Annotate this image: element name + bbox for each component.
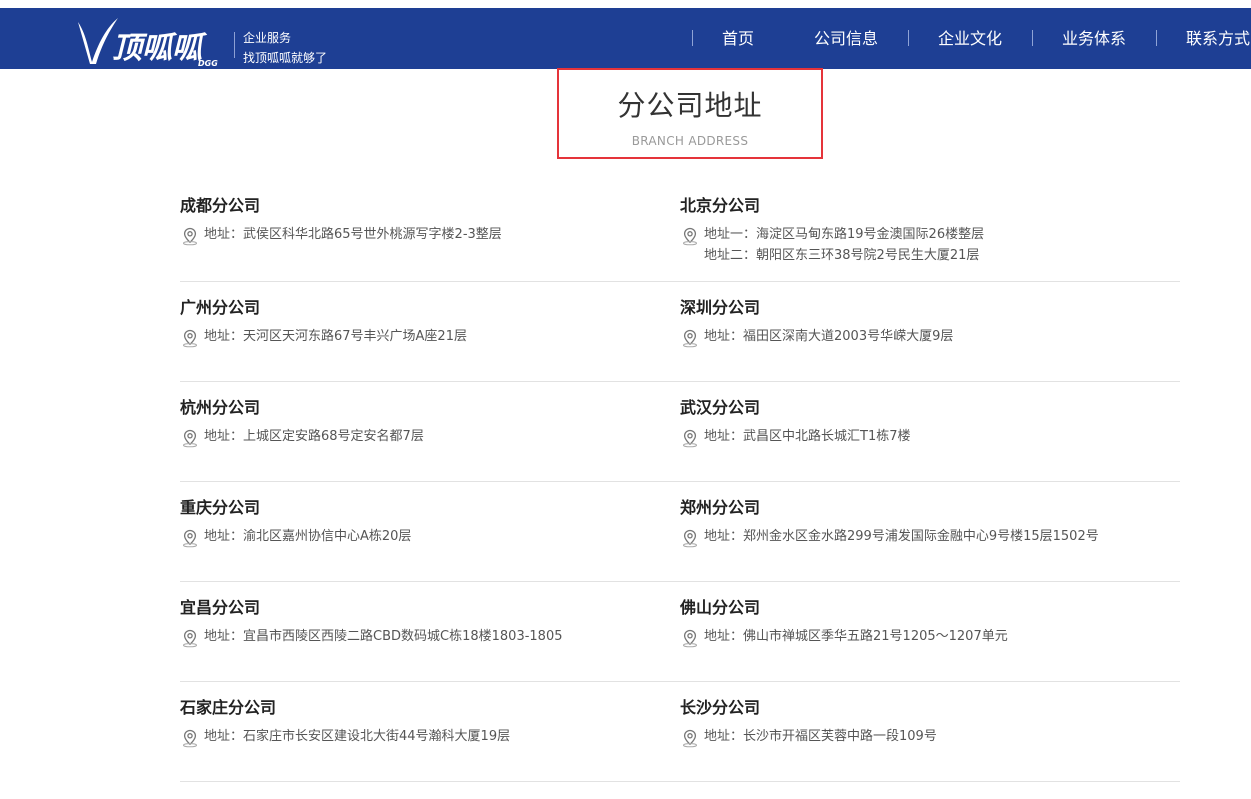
location-pin-icon <box>183 529 197 548</box>
location-pin-icon <box>183 629 197 648</box>
branch-card: 郑州分公司地址：郑州金水区金水路299号浦发国际金融中心9号楼15层1502号 <box>680 498 1180 548</box>
branch-address-text: 地址：长沙市开福区芙蓉中路一段109号 <box>704 729 937 744</box>
branch-name: 石家庄分公司 <box>180 698 277 717</box>
branch-row: 宜昌分公司 地址：宜昌市西陵区西陵二路CBD数码城C栋18楼1803-1805 佛山… <box>180 582 1180 682</box>
branch-address-text: 地址：佛山市禅城区季华五路21号1205～1207单元 <box>704 629 1008 644</box>
location-pin-icon <box>683 529 697 548</box>
branch-address: 地址：武昌区中北路长城汇T1栋7楼 <box>680 427 1180 448</box>
branch-card: 杭州分公司地址：上城区定安路68号定安名都7层 <box>180 398 680 448</box>
branch-address: 地址一：海淀区马甸东路19号金澳国际26楼整层 <box>680 225 1180 246</box>
location-pin-icon <box>183 729 197 748</box>
branch-card: 重庆分公司地址：渝北区嘉州协信中心A栋20层 <box>180 498 680 548</box>
tagline-line-2: 找顶呱呱就够了 <box>243 51 328 65</box>
branch-address: 地址：郑州金水区金水路299号浦发国际金融中心9号楼15层1502号 <box>680 527 1180 548</box>
dgg-logo-icon: 顶呱呱 DGG <box>78 18 218 68</box>
branch-card: 长沙分公司地址：长沙市开福区芙蓉中路一段109号 <box>680 698 1180 748</box>
branch-name: 佛山分公司 <box>680 598 761 617</box>
svg-text:DGG: DGG <box>198 59 218 68</box>
branch-row: 杭州分公司 地址：上城区定安路68号定安名都7层 武汉分公司 地址：武昌区中北路长城汇… <box>180 382 1180 482</box>
section-title-box: 分公司地址 BRANCH ADDRESS <box>557 68 823 159</box>
branch-address: 地址：福田区深南大道2003号华嵘大厦9层 <box>680 327 1180 348</box>
branch-list: 成都分公司 地址：武侯区科华北路65号世外桃源写字楼2-3整层 北京分公司 地址一：海… <box>180 180 1180 782</box>
branch-name: 郑州分公司 <box>680 498 761 517</box>
branch-address: 地址：渝北区嘉州协信中心A栋20层 <box>180 527 680 548</box>
branch-address-text: 地址：宜昌市西陵区西陵二路CBD数码城C栋18楼1803-1805 <box>204 629 563 644</box>
nav-item-business[interactable]: 业务体系 <box>1062 8 1126 69</box>
branch-address: 地址：佛山市禅城区季华五路21号1205～1207单元 <box>680 627 1180 648</box>
branch-address: 地址：长沙市开福区芙蓉中路一段109号 <box>680 727 1180 748</box>
branch-address-text: 地址：福田区深南大道2003号华嵘大厦9层 <box>704 329 954 344</box>
branch-name: 武汉分公司 <box>680 398 761 417</box>
branch-card: 佛山分公司地址：佛山市禅城区季华五路21号1205～1207单元 <box>680 598 1180 648</box>
branch-address-text: 地址：天河区天河东路67号丰兴广场A座21层 <box>204 329 467 344</box>
location-pin-icon <box>683 227 697 246</box>
branch-name: 北京分公司 <box>680 196 761 215</box>
branch-address-text: 地址：武昌区中北路长城汇T1栋7楼 <box>704 429 911 444</box>
branch-name: 深圳分公司 <box>680 298 761 317</box>
dgg-logo[interactable]: 顶呱呱 DGG <box>72 14 234 68</box>
branch-card: 宜昌分公司地址：宜昌市西陵区西陵二路CBD数码城C栋18楼1803-1805 <box>180 598 680 648</box>
location-pin-icon <box>683 329 697 348</box>
branch-row: 广州分公司 地址：天河区天河东路67号丰兴广场A座21层 深圳分公司 地址：福田区深南… <box>180 282 1180 382</box>
branch-address-text: 地址二：朝阳区东三环38号院2号民生大厦21层 <box>704 248 980 263</box>
location-pin-icon <box>683 629 697 648</box>
site-header: 顶呱呱 DGG 企业服务 找顶呱呱就够了 首页 公司信息 企业文化 业务体系 联… <box>0 8 1251 69</box>
branch-address: 地址二：朝阳区东三环38号院2号民生大厦21层 <box>680 246 1180 266</box>
branch-card: 广州分公司地址：天河区天河东路67号丰兴广场A座21层 <box>180 298 680 348</box>
branch-address-text: 地址：石家庄市长安区建设北大街44号瀚科大厦19层 <box>204 729 511 744</box>
nav-separator <box>1032 30 1033 46</box>
location-pin-icon <box>183 329 197 348</box>
top-strip <box>0 0 1251 12</box>
branch-address: 地址：上城区定安路68号定安名都7层 <box>180 427 680 448</box>
branch-address-text: 地址：渝北区嘉州协信中心A栋20层 <box>204 529 412 544</box>
nav-item-company-info[interactable]: 公司信息 <box>814 8 878 69</box>
nav-item-home[interactable]: 首页 <box>722 8 754 69</box>
branch-card: 石家庄分公司地址：石家庄市长安区建设北大街44号瀚科大厦19层 <box>180 698 680 748</box>
branch-address-text: 地址：郑州金水区金水路299号浦发国际金融中心9号楼15层1502号 <box>704 529 1099 544</box>
branch-address-text: 地址：上城区定安路68号定安名都7层 <box>204 429 424 444</box>
branch-address: 地址：宜昌市西陵区西陵二路CBD数码城C栋18楼1803-1805 <box>180 627 680 648</box>
branch-card: 武汉分公司地址：武昌区中北路长城汇T1栋7楼 <box>680 398 1180 448</box>
nav-item-culture[interactable]: 企业文化 <box>938 8 1002 69</box>
location-pin-icon <box>683 729 697 748</box>
branch-row: 石家庄分公司 地址：石家庄市长安区建设北大街44号瀚科大厦19层 长沙分公司 地址：长… <box>180 682 1180 782</box>
location-pin-icon <box>183 429 197 448</box>
branch-name: 杭州分公司 <box>180 398 261 417</box>
nav-separator <box>908 30 909 46</box>
section-subtitle: BRANCH ADDRESS <box>631 134 749 148</box>
logo-divider <box>234 32 235 58</box>
branch-name: 成都分公司 <box>180 196 261 215</box>
main-nav: 首页 公司信息 企业文化 业务体系 联系方式 <box>692 8 1251 69</box>
branch-address: 地址：武侯区科华北路65号世外桃源写字楼2-3整层 <box>180 225 680 246</box>
branch-address-text: 地址一：海淀区马甸东路19号金澳国际26楼整层 <box>704 227 985 242</box>
branch-name: 广州分公司 <box>180 298 261 317</box>
branch-row: 成都分公司 地址：武侯区科华北路65号世外桃源写字楼2-3整层 北京分公司 地址一：海… <box>180 180 1180 282</box>
branch-address: 地址：石家庄市长安区建设北大街44号瀚科大厦19层 <box>180 727 680 748</box>
location-pin-icon <box>183 227 197 246</box>
branch-card: 成都分公司地址：武侯区科华北路65号世外桃源写字楼2-3整层 <box>180 196 680 246</box>
branch-name: 宜昌分公司 <box>180 598 261 617</box>
tagline: 企业服务 找顶呱呱就够了 <box>243 28 327 68</box>
branch-name: 重庆分公司 <box>180 498 261 517</box>
nav-separator <box>1156 30 1157 46</box>
branch-name: 长沙分公司 <box>680 698 761 717</box>
section-title: 分公司地址 <box>617 89 763 122</box>
branch-address-text: 地址：武侯区科华北路65号世外桃源写字楼2-3整层 <box>204 227 502 242</box>
nav-separator <box>692 30 693 46</box>
location-pin-icon <box>683 429 697 448</box>
branch-address: 地址：天河区天河东路67号丰兴广场A座21层 <box>180 327 680 348</box>
branch-card: 深圳分公司地址：福田区深南大道2003号华嵘大厦9层 <box>680 298 1180 348</box>
nav-item-contact[interactable]: 联系方式 <box>1186 8 1250 69</box>
branch-row: 重庆分公司 地址：渝北区嘉州协信中心A栋20层 郑州分公司 地址：郑州金水区金水路29… <box>180 482 1180 582</box>
tagline-line-1: 企业服务 <box>243 31 292 45</box>
svg-text:顶呱呱: 顶呱呱 <box>112 31 208 66</box>
branch-card: 北京分公司地址一：海淀区马甸东路19号金澳国际26楼整层 地址二：朝阳区东三环38… <box>680 196 1180 266</box>
